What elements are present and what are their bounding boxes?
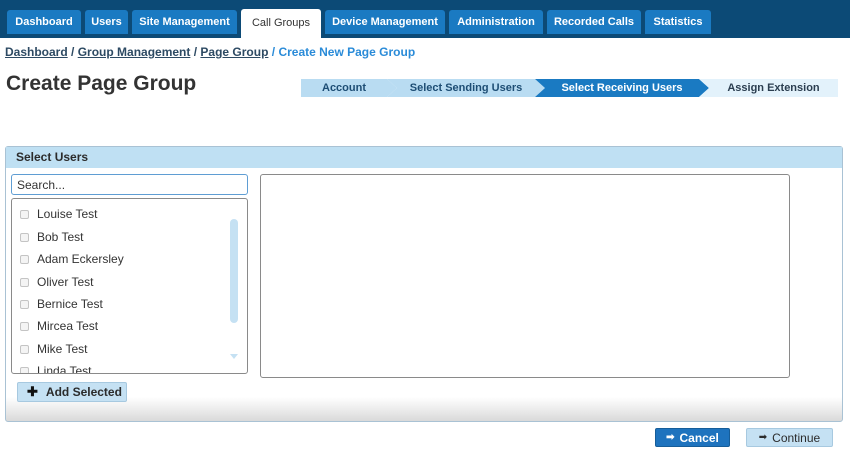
user-checkbox[interactable]: [20, 299, 29, 309]
user-name: Linda Test: [37, 364, 92, 374]
selected-users-box: [260, 174, 790, 378]
user-checkbox[interactable]: [20, 366, 29, 373]
scroll-down-arrow-icon[interactable]: [230, 354, 238, 359]
user-checkbox[interactable]: [20, 209, 29, 219]
user-name: Bob Test: [37, 230, 84, 244]
tab-device-management[interactable]: Device Management: [325, 10, 445, 34]
user-name: Bernice Test: [37, 297, 103, 311]
cancel-label: Cancel: [679, 430, 719, 445]
user-name: Louise Test: [37, 207, 98, 221]
continue-label: Continue: [772, 430, 821, 445]
list-item[interactable]: Bernice Test: [20, 295, 103, 313]
continue-button[interactable]: ➡ Continue: [746, 428, 833, 447]
arrow-right-icon: ➡: [666, 432, 675, 443]
plus-icon: ✚: [27, 384, 38, 399]
user-checkbox[interactable]: [20, 254, 29, 264]
tab-call-groups[interactable]: Call Groups: [241, 9, 321, 38]
user-name: Mircea Test: [37, 319, 99, 333]
list-item[interactable]: Louise Test: [20, 205, 98, 223]
page-title: Create Page Group: [6, 72, 197, 95]
breadcrumb-separator: /: [190, 45, 201, 59]
wizard-steps: Account Select Sending Users Select Rece…: [301, 79, 838, 97]
add-selected-label: Add Selected: [45, 385, 122, 399]
user-checkbox[interactable]: [20, 232, 29, 242]
user-name: Mike Test: [37, 342, 88, 356]
tab-recorded-calls[interactable]: Recorded Calls: [547, 10, 641, 34]
user-list[interactable]: Louise Test Bob Test Adam Eckersley Oliv…: [11, 198, 248, 374]
scrollbar-thumb[interactable]: [230, 219, 238, 323]
list-item[interactable]: Bob Test: [20, 228, 83, 246]
list-item[interactable]: Adam Eckersley: [20, 250, 124, 268]
user-name: Oliver Test: [37, 275, 94, 289]
list-item[interactable]: Mircea Test: [20, 317, 98, 335]
top-navigation: Dashboard Users Site Management Call Gro…: [0, 0, 850, 38]
list-item[interactable]: Oliver Test: [20, 273, 93, 291]
breadcrumb-page-group[interactable]: Page Group: [200, 45, 268, 59]
step-assign-extension: Assign Extension: [727, 82, 820, 94]
arrow-right-icon: ➡: [758, 432, 768, 443]
tab-dashboard[interactable]: Dashboard: [7, 10, 81, 34]
step-account: Account: [322, 82, 366, 94]
step-select-receiving-users: Select Receiving Users: [561, 82, 683, 94]
breadcrumb: Dashboard / Group Management / Page Grou…: [5, 45, 415, 59]
list-item[interactable]: Linda Test: [20, 362, 92, 374]
breadcrumb-current: Create New Page Group: [278, 45, 416, 59]
tab-users[interactable]: Users: [85, 10, 128, 34]
cancel-button[interactable]: ➡ Cancel: [655, 428, 730, 447]
breadcrumb-separator: /: [268, 45, 279, 59]
breadcrumb-group-management[interactable]: Group Management: [78, 45, 191, 59]
panel-header: Select Users: [6, 147, 842, 168]
tab-administration[interactable]: Administration: [449, 10, 543, 34]
user-checkbox[interactable]: [20, 321, 29, 331]
search-input[interactable]: [11, 174, 248, 195]
tab-site-management[interactable]: Site Management: [132, 10, 237, 34]
add-selected-button[interactable]: ✚ Add Selected: [17, 382, 127, 402]
user-checkbox[interactable]: [20, 344, 29, 354]
tab-statistics[interactable]: Statistics: [645, 10, 711, 34]
list-item[interactable]: Mike Test: [20, 340, 87, 358]
breadcrumb-dashboard[interactable]: Dashboard: [5, 45, 68, 59]
step-select-sending-users: Select Sending Users: [409, 82, 523, 94]
user-name: Adam Eckersley: [37, 252, 124, 266]
user-checkbox[interactable]: [20, 277, 29, 287]
breadcrumb-separator: /: [67, 45, 78, 59]
